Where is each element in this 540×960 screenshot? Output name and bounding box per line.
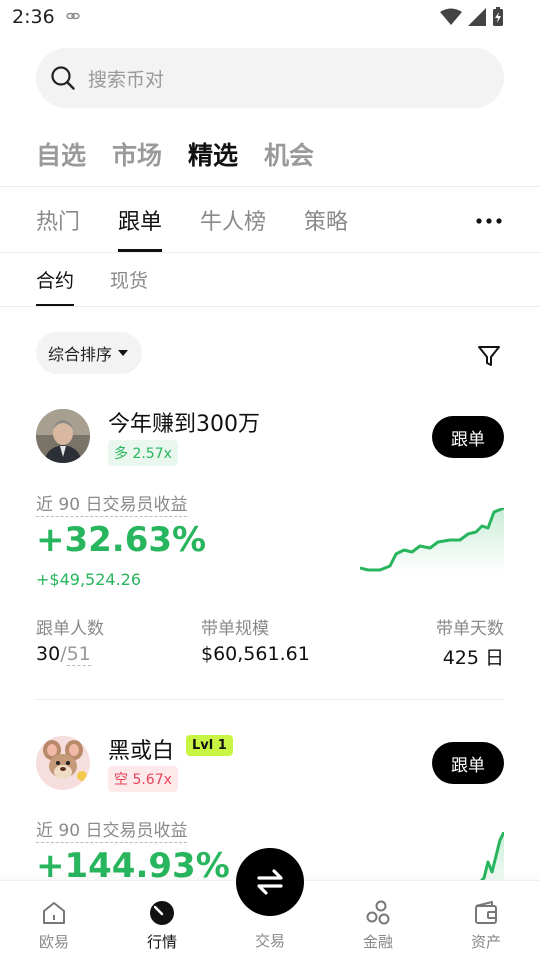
nav-home[interactable]: 欧易 xyxy=(14,881,94,960)
search-bar[interactable]: 搜索币对 xyxy=(36,48,504,108)
avatar xyxy=(36,409,90,463)
days-label: 带单天数 xyxy=(436,619,504,639)
trader-name: 黑或白 xyxy=(108,739,175,764)
tab-futures[interactable]: 合约 xyxy=(36,266,75,306)
divider xyxy=(0,306,540,307)
tab-opportunities[interactable]: 机会 xyxy=(264,136,314,172)
avatar xyxy=(36,736,90,790)
link-icon xyxy=(66,12,80,20)
leverage-badge: 空 5.67x xyxy=(108,766,178,792)
battery-icon xyxy=(493,7,503,26)
search-placeholder: 搜索币对 xyxy=(88,69,165,91)
days-stat: 带单天数 425 日 xyxy=(436,614,504,670)
wifi-icon xyxy=(440,8,462,25)
tab-market[interactable]: 市场 xyxy=(112,136,162,172)
pnl-value: +$49,524.26 xyxy=(36,570,142,589)
signal-icon xyxy=(468,8,486,26)
home-icon xyxy=(43,902,65,924)
nav-assets[interactable]: 资产 xyxy=(446,881,526,960)
sub-tabs: 热门 跟单 牛人榜 策略 xyxy=(36,204,386,252)
markets-icon xyxy=(150,901,174,925)
nav-label: 行情 xyxy=(146,933,177,951)
status-bar: 2:36 xyxy=(0,0,540,36)
followers-stat: 跟单人数 30/51 xyxy=(36,614,104,666)
aum-label: 带单规模 xyxy=(201,619,269,639)
nav-label: 交易 xyxy=(254,932,285,950)
follow-button[interactable]: 跟单 xyxy=(432,742,504,784)
roi-sparkline xyxy=(360,508,504,572)
status-time: 2:36 xyxy=(12,6,55,28)
nav-finance[interactable]: 金融 xyxy=(338,881,418,960)
tab-watchlist[interactable]: 自选 xyxy=(36,136,86,172)
roi-value: +32.63% xyxy=(36,520,207,560)
sort-label: 综合排序 xyxy=(48,345,113,364)
tab-strategies[interactable]: 策略 xyxy=(304,204,348,252)
nav-label: 金融 xyxy=(362,933,393,951)
tab-copy-trading[interactable]: 跟单 xyxy=(118,204,163,252)
tab-hot[interactable]: 热门 xyxy=(36,204,80,252)
trader-name: 今年赚到300万 xyxy=(108,412,260,437)
divider xyxy=(0,186,540,187)
follow-button[interactable]: 跟单 xyxy=(432,416,504,458)
status-icons xyxy=(440,7,504,27)
wallet-icon xyxy=(475,901,497,924)
contract-type-tabs: 合约 现货 xyxy=(36,266,184,306)
search-icon xyxy=(51,66,75,90)
roi-label: 近 90 日交易员收益 xyxy=(36,816,188,843)
leverage-badge: 多 2.57x xyxy=(108,440,178,466)
days-value: 425 日 xyxy=(442,647,504,669)
roi-label: 近 90 日交易员收益 xyxy=(36,490,188,517)
nav-label: 欧易 xyxy=(38,933,69,951)
caret-down-icon xyxy=(118,350,129,356)
aum-stat: 带单规模 $60,561.61 xyxy=(201,614,310,665)
sort-dropdown[interactable]: 综合排序 xyxy=(36,332,143,374)
level-badge: Lvl 1 xyxy=(186,735,233,756)
roi-sparkline xyxy=(479,832,504,880)
swap-icon xyxy=(257,869,283,895)
trader-card[interactable]: 今年赚到300万 多 2.57x 跟单 近 90 日交易员收益 +32.63% … xyxy=(0,404,540,700)
tab-spot[interactable]: 现货 xyxy=(110,266,148,306)
top-tabs: 自选 市场 精选 机会 xyxy=(36,136,340,172)
aum-value: $60,561.61 xyxy=(201,643,310,665)
divider xyxy=(36,699,504,700)
tab-featured[interactable]: 精选 xyxy=(188,136,238,172)
nav-markets[interactable]: 行情 xyxy=(122,881,202,960)
roi-value: +144.93% xyxy=(36,846,230,880)
more-icon[interactable] xyxy=(476,218,502,224)
divider xyxy=(0,252,540,253)
followers-label: 跟单人数 xyxy=(36,619,104,639)
nav-label: 资产 xyxy=(470,933,501,951)
finance-icon xyxy=(366,900,390,925)
tab-leaderboard[interactable]: 牛人榜 xyxy=(200,204,266,252)
trade-button[interactable] xyxy=(236,848,304,916)
followers-value: 30/51 xyxy=(36,643,91,666)
filter-icon[interactable] xyxy=(477,344,501,368)
